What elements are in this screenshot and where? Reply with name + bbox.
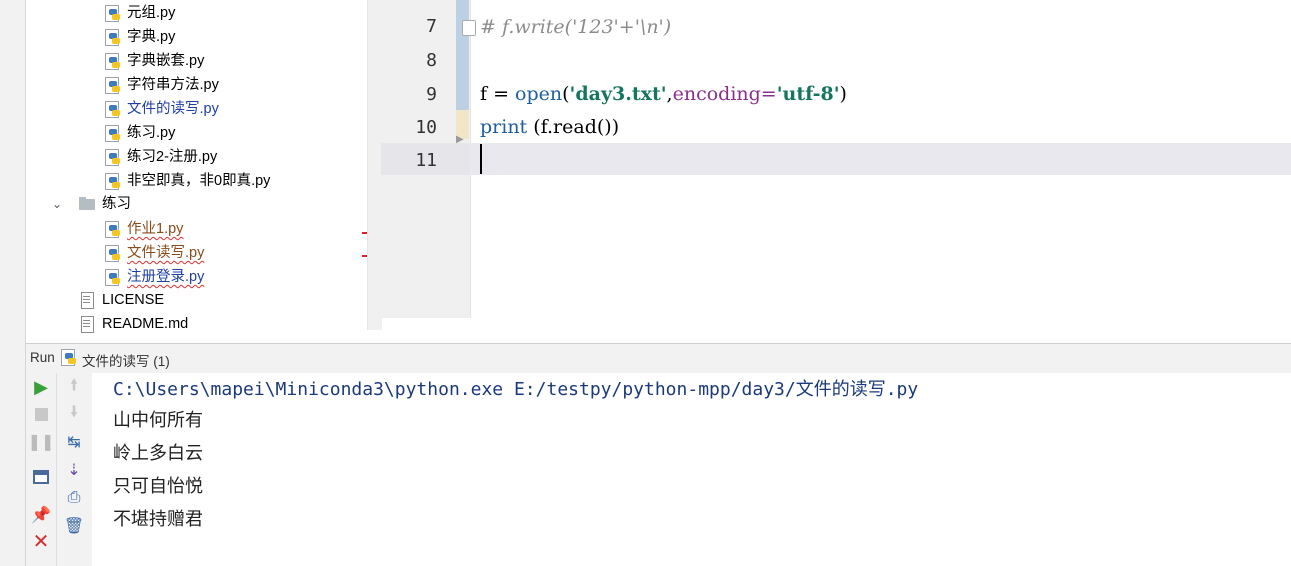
line-number: 10	[415, 117, 437, 138]
python-file-icon	[104, 29, 120, 46]
tree-item-label: 练习2-注册.py	[127, 149, 218, 165]
line-number: 8	[426, 50, 437, 71]
run-label: Run	[30, 350, 55, 365]
python-file-icon	[104, 269, 120, 286]
down-arrow-icon[interactable]: 🠛	[63, 402, 85, 425]
tree-item-label: LICENSE	[102, 292, 165, 308]
python-file-icon	[104, 101, 120, 118]
project-tree: 元组.py 字典.py 字典嵌套.py 字符串方法.py 文件的读写.py 练习…	[26, 0, 367, 343]
soft-wrap-icon[interactable]: ↹	[63, 430, 85, 452]
tree-item-label: 注册登录.py	[127, 269, 205, 285]
scroll-to-end-icon[interactable]: ⇣	[63, 458, 85, 480]
pause-icon[interactable]: ❚❚	[28, 430, 55, 452]
python-file-icon	[104, 77, 120, 94]
line-number: 9	[426, 84, 437, 105]
tree-item-label: 文件的读写.py	[127, 101, 219, 117]
tree-scrollbar[interactable]	[367, 0, 382, 330]
run-toolbar: ▶ ❚❚ 📌 ✕	[26, 373, 57, 566]
console-line: 山中何所有	[113, 410, 203, 431]
tree-item-label: 练习.py	[127, 125, 176, 141]
tree-item-label: 字典嵌套.py	[127, 53, 205, 69]
python-file-icon	[104, 149, 120, 166]
chevron-down-icon[interactable]: ⌄	[52, 192, 62, 216]
tree-item-label: 字典.py	[127, 29, 176, 45]
tree-item-label: 作业1.py	[127, 221, 184, 237]
code-token: f =	[480, 83, 516, 105]
rerun-icon[interactable]: ▶	[30, 376, 52, 398]
python-file-icon	[104, 173, 120, 190]
tree-item-label: README.md	[102, 316, 189, 332]
code-comment: # f.write('123'+'\n')	[480, 16, 672, 38]
code-token: )	[839, 83, 847, 105]
tree-item-label: 字符串方法.py	[127, 77, 219, 93]
trash-icon[interactable]: 🗑	[63, 514, 85, 536]
line-number: 7	[426, 16, 437, 37]
close-icon[interactable]: ✕	[30, 529, 52, 553]
code-token: (	[562, 83, 570, 105]
folder-icon	[79, 196, 95, 212]
vcs-change-marker	[456, 0, 469, 110]
text-file-icon	[79, 316, 95, 333]
run-toolbar-secondary: 🠙 🠛 ↹ ⇣ ⎙ 🗑	[57, 373, 92, 566]
current-line-highlight	[381, 143, 1291, 175]
fold-icon[interactable]	[462, 20, 476, 36]
python-file-icon	[104, 125, 120, 142]
tree-item-label: 非空即真，非0即真.py	[127, 173, 271, 189]
code-line-9: f = open('day3.txt',encoding='utf-8')	[480, 83, 847, 105]
console-line: C:\Users\mapei\Miniconda3\python.exe E:/…	[113, 379, 919, 400]
fold-arrow-icon[interactable]: ▶	[456, 134, 464, 145]
left-tool-strip	[0, 0, 26, 566]
stop-icon[interactable]	[30, 403, 52, 425]
code-string: 'utf-8'	[776, 83, 840, 105]
tree-item-label: 元组.py	[127, 5, 176, 21]
python-file-icon	[104, 221, 120, 238]
line-number: 11	[415, 150, 437, 171]
text-file-icon	[79, 292, 95, 309]
console-line: 只可自怡悦	[113, 476, 203, 497]
text-caret	[480, 144, 482, 174]
console-line: 不堪持赠君	[113, 509, 203, 530]
python-file-icon	[60, 349, 76, 366]
code-token: open	[515, 83, 563, 105]
code-line-10: print (f.read())	[480, 116, 619, 138]
console-line: 岭上多白云	[113, 443, 203, 464]
code-param: encoding=	[672, 83, 777, 105]
run-panel-header: Run 文件的读写 (1)	[26, 343, 1291, 374]
tree-item-label: 练习	[102, 196, 131, 212]
code-line-7: # f.write('123'+'\n')	[480, 16, 671, 38]
code-string: 'day3.txt'	[569, 83, 667, 105]
up-arrow-icon[interactable]: 🠙	[63, 375, 85, 398]
python-file-icon	[104, 245, 120, 262]
python-file-icon	[104, 5, 120, 22]
pin-icon[interactable]: 📌	[30, 503, 52, 525]
print-icon[interactable]: ⎙	[63, 486, 85, 508]
restore-layout-icon[interactable]	[30, 466, 52, 488]
code-token: (f.read())	[527, 116, 620, 138]
console-output[interactable]	[92, 373, 1291, 566]
tree-item-label: 文件读写.py	[127, 245, 205, 261]
code-token: print	[480, 116, 528, 138]
python-file-icon	[104, 53, 120, 70]
run-config-tab[interactable]: 文件的读写 (1)	[82, 350, 170, 370]
